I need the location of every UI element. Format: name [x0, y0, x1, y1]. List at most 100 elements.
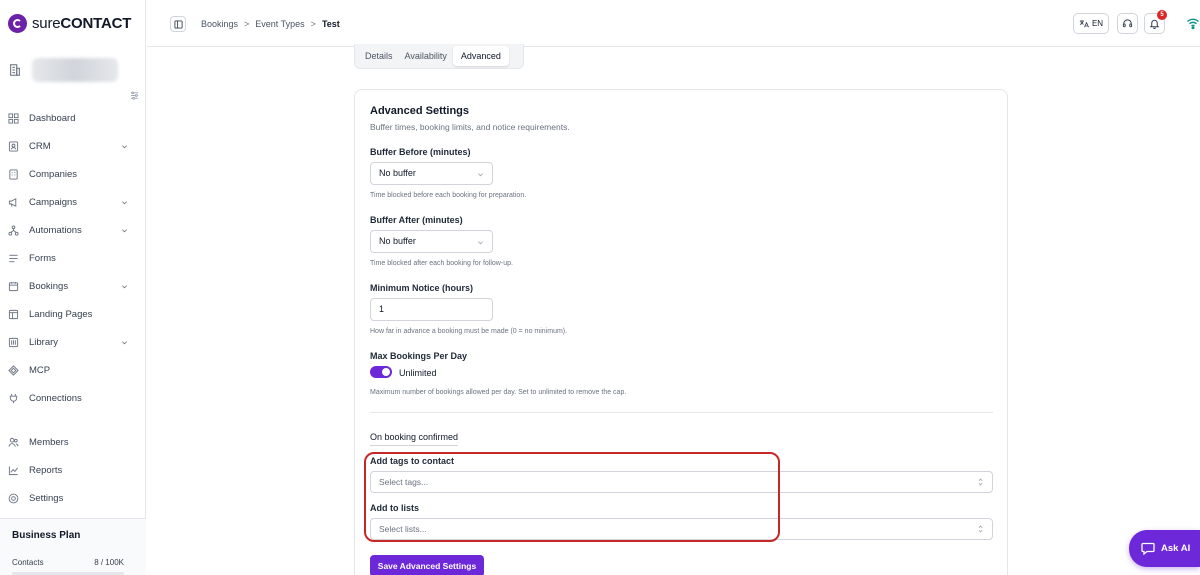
section-divider: [370, 412, 993, 413]
min-notice-input[interactable]: 1: [370, 298, 493, 321]
buffer-after-label: Buffer After (minutes): [370, 215, 463, 225]
chevron-down-icon: [122, 285, 127, 289]
chevron-up-down-icon: [978, 478, 983, 486]
sidebar-item-members[interactable]: Members: [8, 431, 136, 453]
sidebar-item-label: Connections: [29, 392, 82, 404]
breadcrumb-separator: >: [244, 19, 250, 29]
sidebar-item-automations[interactable]: Automations: [8, 219, 136, 241]
companies-icon: [9, 168, 18, 180]
min-notice-label: Minimum Notice (hours): [370, 283, 473, 293]
breadcrumb-separator: >: [310, 19, 316, 29]
tab-advanced[interactable]: Advanced: [452, 46, 509, 66]
buffer-after-value: No buffer: [379, 236, 416, 246]
panel-left-icon: [173, 19, 183, 29]
ask-ai-button[interactable]: Ask AI: [1129, 530, 1200, 567]
sidebar-item-bookings[interactable]: Bookings: [8, 275, 136, 297]
bell-icon: [1149, 19, 1160, 29]
max-bookings-label: Max Bookings Per Day: [370, 351, 468, 361]
buffer-before-value: No buffer: [379, 168, 416, 178]
tab-details[interactable]: Details: [359, 46, 399, 66]
reports-icon: [8, 465, 18, 475]
tags-select[interactable]: Select tags...: [370, 471, 993, 493]
chevron-up-down-icon: [978, 525, 983, 533]
buffer-after-select[interactable]: No buffer: [370, 230, 493, 253]
notification-count-badge: 5: [1157, 10, 1167, 20]
plan-panel: Business Plan Contacts 8 / 100K: [0, 518, 146, 575]
sidebar-item-dashboard[interactable]: Dashboard: [8, 107, 136, 129]
on-booking-confirmed-heading: On booking confirmed: [370, 432, 459, 446]
campaigns-icon: [8, 197, 17, 207]
sidebar-item-label: Settings: [29, 492, 64, 504]
breadcrumb-bookings[interactable]: Bookings: [201, 19, 238, 29]
event-type-tabs: Details Availability Advanced: [354, 44, 524, 69]
save-advanced-settings-button[interactable]: Save Advanced Settings: [370, 555, 484, 575]
sidebar-item-label: Campaigns: [29, 196, 78, 208]
add-tags-label: Add tags to contact: [370, 456, 455, 466]
unlimited-toggle[interactable]: [370, 366, 392, 378]
support-button[interactable]: [1117, 13, 1138, 34]
plan-title: Business Plan: [12, 530, 81, 541]
tags-placeholder: Select tags...: [379, 477, 429, 487]
sidebar-item-landing-pages[interactable]: Landing Pages: [8, 303, 136, 325]
sidebar-item-label: Forms: [29, 252, 56, 264]
sidebar-item-label: CRM: [29, 140, 51, 152]
workspace-name-blurred: [32, 58, 118, 82]
chevron-down-icon: [122, 201, 127, 205]
breadcrumb-current: Test: [321, 19, 340, 29]
sidebar-item-label: Automations: [29, 224, 82, 236]
ask-ai-label: Ask AI: [1161, 543, 1191, 554]
chevron-down-icon: [478, 173, 483, 177]
sidebar-item-companies[interactable]: Companies: [8, 163, 136, 185]
language-label: EN: [1091, 19, 1104, 28]
sidebar-item-settings[interactable]: Settings: [8, 487, 136, 509]
unlimited-toggle-label: Unlimited: [399, 368, 437, 378]
sidebar: sureCONTACT Dashboard CRM Companies Camp…: [0, 0, 146, 575]
chevron-down-icon: [122, 341, 127, 345]
mcp-icon: [8, 364, 19, 376]
sidebar-collapse-icon[interactable]: [130, 91, 139, 100]
wifi-status-icon[interactable]: [1186, 16, 1200, 30]
workspace-switcher[interactable]: [8, 56, 138, 84]
headset-icon: [1122, 19, 1133, 28]
tab-availability[interactable]: Availability: [399, 46, 453, 66]
top-header: Bookings > Event Types > Test EN 5: [147, 0, 1200, 47]
chat-icon: [1141, 542, 1155, 555]
sidebar-toggle-button[interactable]: [170, 16, 186, 32]
sidebar-item-label: Companies: [29, 168, 78, 180]
sidebar-item-forms[interactable]: Forms: [8, 247, 136, 269]
sidebar-item-label: Landing Pages: [29, 308, 93, 320]
sidebar-item-library[interactable]: Library: [8, 331, 136, 353]
sidebar-item-crm[interactable]: CRM: [8, 135, 136, 157]
sidebar-item-mcp[interactable]: MCP: [8, 359, 136, 381]
sidebar-item-label: Reports: [29, 464, 63, 476]
sidebar-item-label: Dashboard: [29, 112, 76, 124]
sidebar-item-label: MCP: [29, 364, 51, 376]
chevron-down-icon: [122, 229, 127, 233]
sidebar-item-label: Library: [29, 336, 59, 348]
min-notice-help: How far in advance a booking must be mad…: [370, 328, 568, 335]
forms-icon: [9, 254, 18, 262]
lists-select[interactable]: Select lists...: [370, 518, 993, 540]
building-icon: [10, 64, 20, 76]
buffer-before-select[interactable]: No buffer: [370, 162, 493, 185]
breadcrumb-event-types[interactable]: Event Types: [255, 19, 304, 29]
buffer-before-help: Time blocked before each booking for pre…: [370, 192, 527, 199]
contacts-label: Contacts: [12, 558, 44, 567]
logo[interactable]: sureCONTACT: [8, 14, 131, 33]
buffer-after-help: Time blocked after each booking for foll…: [370, 260, 513, 267]
crm-icon: [8, 140, 19, 152]
connections-icon: [9, 393, 18, 403]
language-button[interactable]: EN: [1073, 13, 1109, 34]
buffer-before-label: Buffer Before (minutes): [370, 147, 471, 157]
surecontact-logo-icon: [8, 14, 27, 33]
logo-text: sureCONTACT: [32, 15, 132, 32]
landing-pages-icon: [8, 309, 19, 319]
automations-icon: [8, 224, 19, 236]
sidebar-item-connections[interactable]: Connections: [8, 387, 136, 409]
notifications-button[interactable]: 5: [1144, 10, 1167, 34]
sidebar-item-reports[interactable]: Reports: [8, 459, 136, 481]
add-lists-label: Add to lists: [370, 503, 419, 513]
sidebar-item-campaigns[interactable]: Campaigns: [8, 191, 136, 213]
members-icon: [8, 437, 19, 447]
bookings-icon: [8, 281, 19, 291]
